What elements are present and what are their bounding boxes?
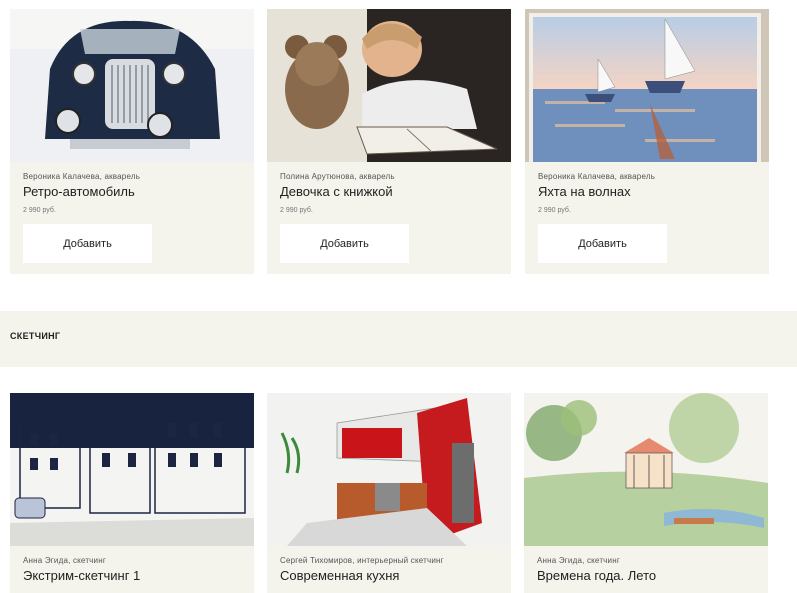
product-title[interactable]: Экстрим-скетчинг 1 (23, 568, 140, 583)
product-card[interactable]: Сергей Тихомиров, интерьерный скетчинг С… (267, 393, 511, 593)
product-image-city-street[interactable] (10, 393, 254, 546)
product-image-girl-with-book[interactable] (267, 9, 511, 162)
product-author: Анна Эгида, скетчинг (23, 556, 106, 565)
add-to-cart-button[interactable]: Добавить (280, 224, 409, 263)
product-author: Вероника Калачева, акварель (23, 172, 141, 181)
product-card[interactable]: Анна Эгида, скетчинг Экстрим-скетчинг 1 (10, 393, 254, 593)
product-title[interactable]: Яхта на волнах (538, 184, 631, 199)
product-image-yacht[interactable] (525, 9, 769, 162)
product-title[interactable]: Девочка с книжкой (280, 184, 393, 199)
product-author: Сергей Тихомиров, интерьерный скетчинг (280, 556, 444, 565)
section-header: СКЕТЧИНГ (0, 311, 797, 367)
product-price: 2 990 руб. (280, 207, 313, 214)
product-author: Полина Арутюнова, акварель (280, 172, 395, 181)
add-to-cart-button[interactable]: Добавить (538, 224, 667, 263)
product-title[interactable]: Ретро-автомобиль (23, 184, 135, 199)
product-price: 2 990 руб. (538, 207, 571, 214)
product-image-retro-car[interactable] (10, 9, 254, 162)
product-card[interactable]: Вероника Калачева, акварель Ретро-автомо… (10, 9, 254, 274)
section-title: СКЕТЧИНГ (10, 331, 61, 341)
product-price: 2 990 руб. (23, 207, 56, 214)
product-card[interactable]: Анна Эгида, скетчинг Времена года. Лето (524, 393, 768, 593)
product-card[interactable]: Полина Арутюнова, акварель Девочка с кни… (267, 9, 511, 274)
product-author: Вероника Калачева, акварель (538, 172, 656, 181)
product-card[interactable]: Вероника Калачева, акварель Яхта на волн… (525, 9, 769, 274)
product-image-summer-park[interactable] (524, 393, 768, 546)
product-image-modern-kitchen[interactable] (267, 393, 511, 546)
product-title[interactable]: Современная кухня (280, 568, 399, 583)
product-title[interactable]: Времена года. Лето (537, 568, 656, 583)
product-author: Анна Эгида, скетчинг (537, 556, 620, 565)
add-to-cart-button[interactable]: Добавить (23, 224, 152, 263)
